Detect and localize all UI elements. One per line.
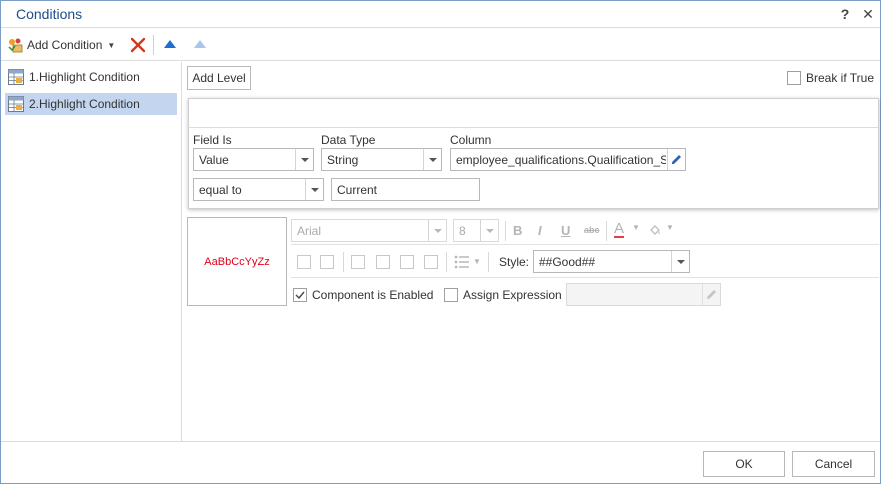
style-value: ##Good## [539, 255, 596, 269]
cancel-button[interactable]: Cancel [792, 451, 875, 477]
column-edit-button[interactable] [667, 149, 685, 170]
close-button[interactable]: ✕ [860, 5, 876, 23]
data-type-label: Data Type [321, 133, 376, 147]
break-if-true-checkbox[interactable] [787, 71, 801, 85]
dialog-footer: OK Cancel [1, 441, 880, 483]
chevron-down-icon[interactable]: ▼ [473, 257, 481, 266]
ok-button[interactable]: OK [703, 451, 785, 477]
check-icon [295, 291, 305, 300]
chevron-down-icon[interactable]: ▼ [632, 223, 640, 232]
assign-expression-label: Assign Expression [463, 288, 562, 302]
operator-value: equal to [199, 183, 242, 197]
strikethrough-button[interactable]: abc [584, 225, 600, 235]
column-input[interactable]: employee_qualifications.Qualification_S [450, 148, 686, 171]
border-right-icon[interactable] [400, 255, 414, 269]
assign-expression-checkbox[interactable] [444, 288, 458, 302]
field-is-label: Field Is [193, 133, 232, 147]
style-select[interactable]: ##Good## [533, 250, 690, 273]
style-label: Style: [499, 255, 530, 269]
chevron-down-icon[interactable] [295, 149, 313, 170]
condition-item-label: 1.Highlight Condition [29, 70, 140, 84]
chevron-down-icon[interactable]: ▼ [666, 223, 674, 232]
chevron-down-icon[interactable] [428, 220, 446, 241]
toolbar: Add Condition ▼ [1, 29, 880, 61]
field-is-value: Value [199, 153, 229, 167]
font-family-value: Arial [297, 224, 322, 238]
dialog-title: Conditions [16, 6, 83, 22]
column-label: Column [450, 133, 492, 147]
level-header [189, 99, 878, 128]
conditions-dialog: Conditions ? ✕ Add Condition ▼ 1.Highlig… [0, 0, 881, 484]
column-value: employee_qualifications.Qualification_S [456, 153, 666, 167]
border-none-icon[interactable] [320, 255, 334, 269]
pencil-icon [707, 290, 716, 299]
component-enabled-label: Component is Enabled [312, 288, 434, 302]
font-color-button[interactable]: A [614, 221, 625, 238]
separator [343, 252, 344, 272]
condition-item-1[interactable]: 1.Highlight Condition [5, 66, 177, 88]
chevron-down-icon: ▼ [107, 40, 116, 50]
table-condition-icon [8, 69, 24, 85]
border-top-icon[interactable] [376, 255, 390, 269]
condition-editor: Add Level Break if True Field Is Data Ty… [183, 62, 880, 441]
operator-select[interactable]: equal to [193, 178, 324, 201]
italic-button[interactable]: I [538, 223, 542, 238]
font-family-select[interactable]: Arial [291, 219, 447, 242]
border-all-icon[interactable] [297, 255, 311, 269]
separator [446, 252, 447, 272]
field-is-select[interactable]: Value [193, 148, 314, 171]
condition-item-2[interactable]: 2.Highlight Condition [5, 93, 177, 115]
bold-button[interactable]: B [513, 223, 522, 238]
component-enabled-checkbox[interactable] [293, 288, 307, 302]
pencil-icon [672, 155, 681, 164]
chevron-down-icon[interactable] [305, 179, 323, 200]
font-size-select[interactable]: 8 [453, 219, 499, 242]
help-button[interactable]: ? [837, 5, 853, 23]
expression-input[interactable] [566, 283, 721, 306]
add-condition-icon [8, 38, 23, 53]
move-down-button[interactable] [191, 36, 209, 54]
chevron-down-icon[interactable] [423, 149, 441, 170]
title-bar: Conditions ? ✕ [1, 1, 880, 28]
font-size-value: 8 [459, 224, 466, 238]
move-up-button[interactable] [161, 36, 179, 54]
data-type-value: String [327, 153, 359, 167]
add-condition-label: Add Condition [27, 38, 103, 52]
toolbar-separator [153, 35, 154, 55]
move-up-icon [164, 40, 176, 48]
delete-icon [130, 37, 146, 53]
level-panel: Field Is Data Type Column Value String e… [188, 98, 879, 209]
separator [488, 252, 489, 272]
underline-button[interactable]: U [561, 223, 570, 238]
font-toolbar: Arial 8 B I U abc A ▼ ▼ [291, 217, 879, 245]
border-left-icon[interactable] [351, 255, 365, 269]
table-condition-icon [8, 96, 24, 112]
add-condition-button[interactable]: Add Condition ▼ [7, 36, 115, 54]
break-if-true-label: Break if True [806, 71, 875, 85]
delete-condition-button[interactable] [129, 36, 147, 54]
expression-edit-button[interactable] [702, 284, 720, 305]
compare-value: Current [337, 183, 378, 197]
conditions-list: 1.Highlight Condition 2.Highlight Condit… [1, 62, 182, 441]
border-bottom-icon[interactable] [424, 255, 438, 269]
style-preview: AaBbCcYyZz [187, 217, 287, 306]
fill-color-icon[interactable] [648, 223, 663, 238]
compare-value-input[interactable]: Current [331, 178, 480, 201]
move-down-icon [194, 40, 206, 48]
condition-item-label: 2.Highlight Condition [29, 97, 140, 111]
data-type-select[interactable]: String [321, 148, 442, 171]
chevron-down-icon[interactable] [671, 251, 689, 272]
separator [606, 221, 607, 241]
add-level-button[interactable]: Add Level [187, 66, 251, 90]
list-icon[interactable] [454, 255, 470, 269]
chevron-down-icon[interactable] [480, 220, 498, 241]
border-toolbar: ▼ Style: ##Good## [291, 246, 879, 278]
preview-text: AaBbCcYyZz [204, 255, 270, 268]
separator [505, 221, 506, 241]
